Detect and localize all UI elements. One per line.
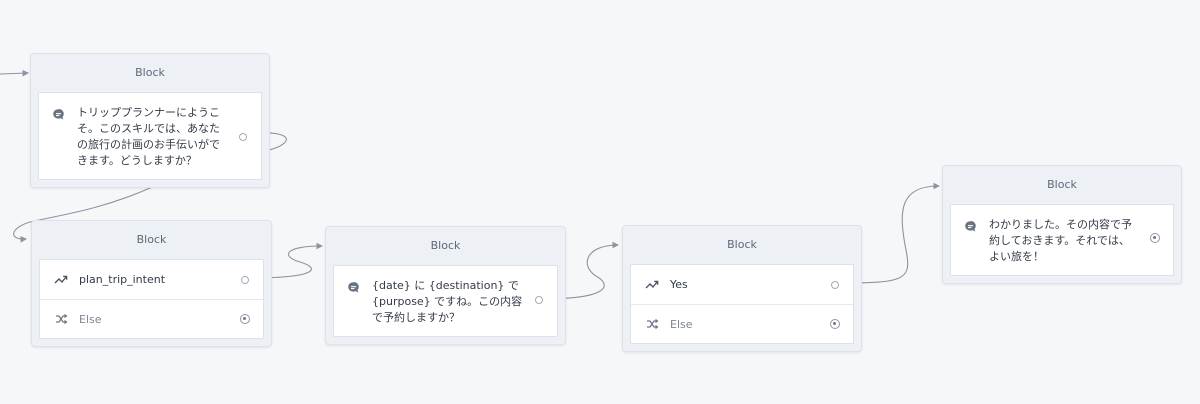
intent-arrow-icon (53, 275, 69, 285)
block-title: Block (1047, 178, 1077, 191)
shuffle-icon (53, 314, 69, 324)
condition-row-else[interactable]: Else (40, 299, 263, 338)
block-title: Block (136, 233, 167, 246)
output-port[interactable] (831, 280, 839, 289)
message-text: {date} に {destination} で {purpose} ですね。こ… (372, 279, 523, 324)
message-text: トリッププランナーにようこ そ。このスキルでは、あなた の旅行の計画のお手伝いが… (77, 106, 220, 167)
block-confirm-message[interactable]: Block {date} に {destination} で {purpose}… (325, 226, 566, 345)
chat-bubble-icon (347, 279, 361, 326)
condition-label: Else (670, 317, 693, 331)
message-card[interactable]: {date} に {destination} で {purpose} ですね。こ… (333, 265, 558, 337)
output-port[interactable] (241, 275, 249, 284)
block-welcome[interactable]: Block トリッププランナーにようこ そ。このスキルでは、あなた の旅行の計画… (30, 53, 270, 188)
condition-label: Else (79, 312, 102, 326)
condition-label: Yes (670, 278, 688, 291)
block-title: Block (135, 66, 165, 79)
condition-row-yes[interactable]: Yes (631, 265, 853, 304)
block-title: Block (727, 238, 757, 251)
message-card[interactable]: トリッププランナーにようこ そ。このスキルでは、あなた の旅行の計画のお手伝いが… (38, 92, 262, 180)
block-plan-trip-intent[interactable]: Block plan_trip_intent Else (31, 220, 272, 347)
block-final-message[interactable]: Block わかりました。その内容で予 約しておきます。それでは、 よい旅を！ (942, 165, 1182, 284)
shuffle-icon (644, 319, 660, 329)
chat-bubble-icon (52, 106, 66, 169)
chat-bubble-icon (964, 218, 978, 265)
message-text: わかりました。その内容で予 約しておきます。それでは、 よい旅を！ (989, 218, 1132, 263)
condition-row-intent[interactable]: plan_trip_intent (40, 260, 263, 299)
output-port[interactable] (830, 319, 840, 329)
output-port[interactable] (239, 133, 247, 141)
intent-arrow-icon (644, 280, 660, 290)
block-yes-condition[interactable]: Block Yes Else (622, 225, 862, 352)
output-port[interactable] (1150, 233, 1160, 243)
block-title: Block (430, 239, 461, 252)
condition-row-else[interactable]: Else (631, 304, 853, 343)
output-port[interactable] (535, 296, 543, 304)
message-card[interactable]: わかりました。その内容で予 約しておきます。それでは、 よい旅を！ (950, 204, 1174, 276)
condition-label: plan_trip_intent (79, 273, 166, 286)
wire-incoming (0, 69, 30, 77)
condition-card[interactable]: Yes Else (630, 264, 854, 344)
condition-card[interactable]: plan_trip_intent Else (39, 259, 264, 339)
output-port[interactable] (240, 314, 250, 324)
